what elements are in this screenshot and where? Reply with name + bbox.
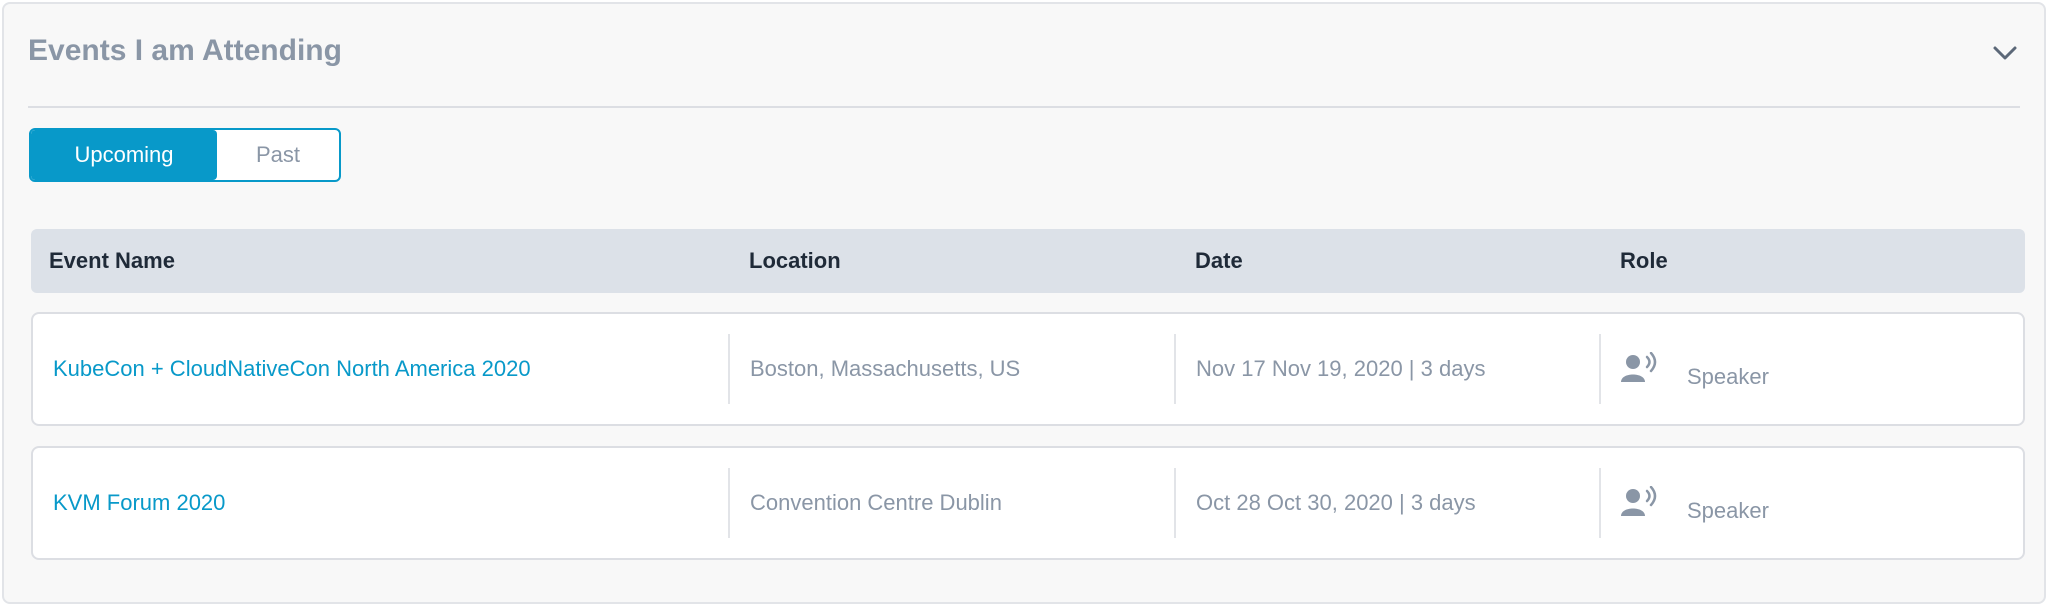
events-attending-panel: Events I am Attending Upcoming Past Even…	[2, 2, 2046, 604]
panel-header: Events I am Attending	[28, 4, 2020, 108]
event-name-link[interactable]: KVM Forum 2020	[53, 448, 225, 558]
upcoming-past-toggle: Upcoming Past	[29, 128, 341, 182]
event-role: Speaker	[1687, 364, 1769, 389]
column-divider	[1174, 334, 1176, 404]
column-header-location[interactable]: Location	[749, 229, 841, 293]
column-divider	[1599, 468, 1601, 538]
column-header-event-name[interactable]: Event Name	[49, 229, 175, 293]
column-header-role[interactable]: Role	[1620, 229, 1668, 293]
table-row[interactable]: KVM Forum 2020 Convention Centre Dublin …	[31, 446, 2025, 560]
chevron-down-icon[interactable]	[1990, 38, 2020, 68]
event-location: Convention Centre Dublin	[750, 490, 1002, 515]
event-name-link[interactable]: KubeCon + CloudNativeCon North America 2…	[53, 314, 531, 424]
column-divider	[1174, 468, 1176, 538]
column-divider	[1599, 334, 1601, 404]
event-location: Boston, Massachusetts, US	[750, 356, 1021, 381]
tab-upcoming[interactable]: Upcoming	[31, 130, 217, 180]
speaker-person-icon	[1621, 351, 1661, 386]
events-table-header: Event Name Location Date Role	[31, 229, 2025, 293]
speaker-person-icon	[1621, 485, 1661, 520]
column-header-date[interactable]: Date	[1195, 229, 1243, 293]
column-divider	[728, 468, 730, 538]
event-date: Oct 28 Oct 30, 2020 | 3 days	[1196, 490, 1476, 515]
tab-past[interactable]: Past	[217, 130, 339, 180]
table-row[interactable]: KubeCon + CloudNativeCon North America 2…	[31, 312, 2025, 426]
column-divider	[728, 334, 730, 404]
event-role: Speaker	[1687, 498, 1769, 523]
panel-title: Events I am Attending	[28, 34, 342, 67]
event-date: Nov 17 Nov 19, 2020 | 3 days	[1196, 356, 1486, 381]
